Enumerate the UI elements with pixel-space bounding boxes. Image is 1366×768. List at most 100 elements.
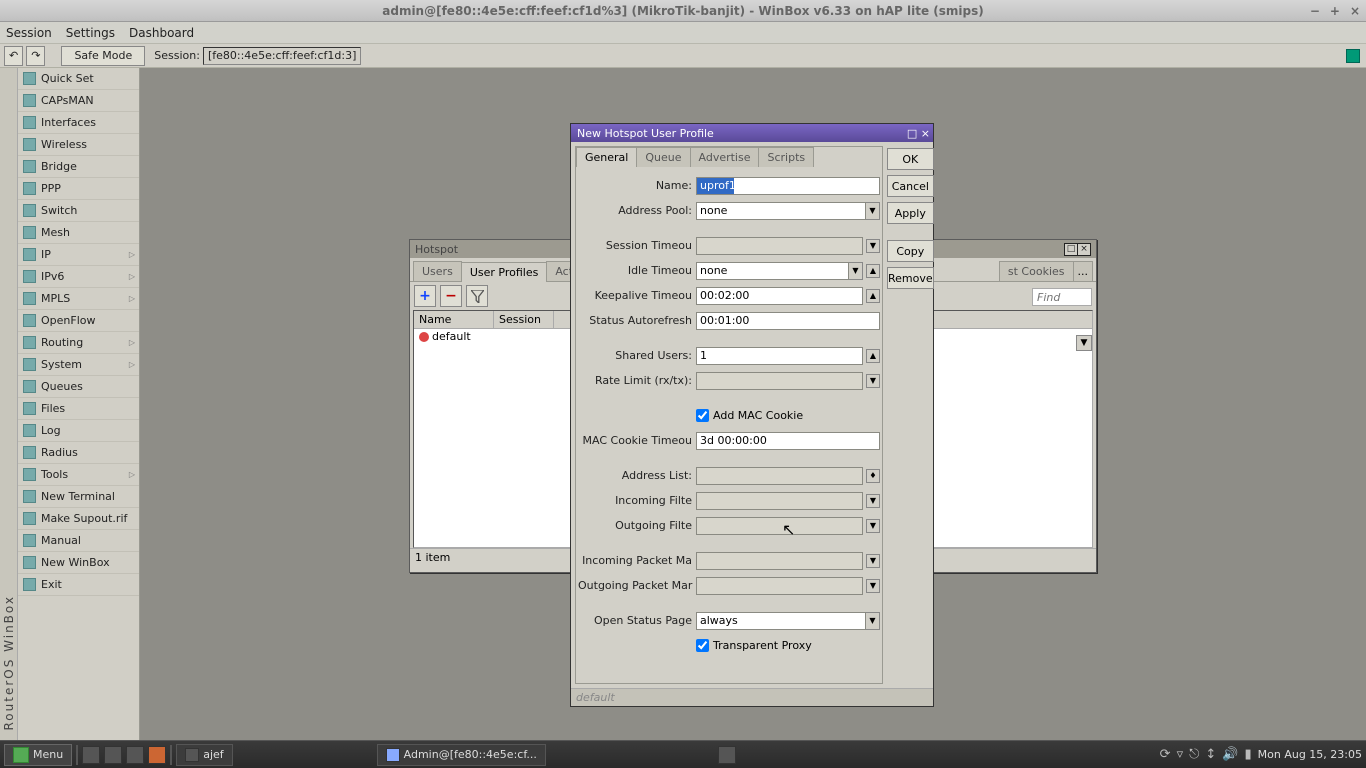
- sidebar-item-openflow[interactable]: OpenFlow: [18, 310, 139, 332]
- maximize-icon[interactable]: +: [1330, 4, 1340, 18]
- battery-icon[interactable]: ▮: [1244, 747, 1251, 762]
- window-restore-icon[interactable]: □: [1064, 243, 1078, 256]
- keepalive-input[interactable]: [696, 287, 863, 305]
- sidebar-item-ipv6[interactable]: IPv6▷: [18, 266, 139, 288]
- expand-icon[interactable]: ▼: [866, 239, 880, 253]
- outgoing-filter-input[interactable]: [696, 517, 863, 535]
- sidebar-item-interfaces[interactable]: Interfaces: [18, 112, 139, 134]
- sidebar-item-ppp[interactable]: PPP: [18, 178, 139, 200]
- remove-button[interactable]: −: [440, 285, 462, 307]
- column-name[interactable]: Name: [414, 311, 494, 328]
- expand-icon[interactable]: ▼: [866, 579, 880, 593]
- dialog-close-icon[interactable]: ×: [921, 127, 930, 140]
- sidebar-item-log[interactable]: Log: [18, 420, 139, 442]
- window-close-icon[interactable]: ×: [1077, 243, 1091, 256]
- show-desktop-icon[interactable]: [82, 746, 100, 764]
- collapse-icon[interactable]: ▲: [866, 349, 880, 363]
- new-profile-dialog[interactable]: New Hotspot User Profile □ × General Que…: [570, 123, 934, 707]
- close-icon[interactable]: ×: [1350, 4, 1360, 18]
- redo-button[interactable]: ↷: [26, 46, 45, 66]
- tab-queue[interactable]: Queue: [636, 147, 690, 167]
- sidebar-item-new-winbox[interactable]: New WinBox: [18, 552, 139, 574]
- address-pool-select[interactable]: [696, 202, 866, 220]
- menu-settings[interactable]: Settings: [66, 26, 115, 40]
- sidebar-item-quick-set[interactable]: Quick Set: [18, 68, 139, 90]
- tab-scripts[interactable]: Scripts: [758, 147, 814, 167]
- session-timeout-input[interactable]: [696, 237, 863, 255]
- cancel-button[interactable]: Cancel: [887, 175, 934, 197]
- network-icon[interactable]: ↕: [1205, 747, 1216, 762]
- expand-icon[interactable]: ▼: [866, 519, 880, 533]
- idle-timeout-input[interactable]: [696, 262, 849, 280]
- tab-user-profiles[interactable]: User Profiles: [461, 262, 548, 282]
- record-icon[interactable]: [718, 746, 736, 764]
- expand-icon[interactable]: ▼: [866, 374, 880, 388]
- sidebar-item-manual[interactable]: Manual: [18, 530, 139, 552]
- find-input[interactable]: [1032, 288, 1092, 306]
- sidebar-item-routing[interactable]: Routing▷: [18, 332, 139, 354]
- tab-users[interactable]: Users: [413, 261, 462, 281]
- sidebar-item-ip[interactable]: IP▷: [18, 244, 139, 266]
- firefox-icon[interactable]: [148, 746, 166, 764]
- address-list-input[interactable]: [696, 467, 863, 485]
- sidebar-item-capsman[interactable]: CAPsMAN: [18, 90, 139, 112]
- autorefresh-input[interactable]: [696, 312, 880, 330]
- sidebar-item-queues[interactable]: Queues: [18, 376, 139, 398]
- apply-button[interactable]: Apply: [887, 202, 934, 224]
- dialog-restore-icon[interactable]: □: [907, 127, 917, 140]
- sidebar-item-system[interactable]: System▷: [18, 354, 139, 376]
- tab-general[interactable]: General: [576, 147, 637, 167]
- scroll-down-icon[interactable]: ▼: [1076, 335, 1092, 351]
- volume-icon[interactable]: 🔊: [1222, 747, 1238, 762]
- ok-button[interactable]: OK: [887, 148, 934, 170]
- open-status-page-select[interactable]: [696, 612, 866, 630]
- wifi-icon[interactable]: ▿: [1177, 747, 1184, 762]
- clock[interactable]: Mon Aug 15, 23:05: [1258, 748, 1362, 761]
- terminal-icon[interactable]: [104, 746, 122, 764]
- collapse-icon[interactable]: ▲: [866, 264, 880, 278]
- safe-mode-button[interactable]: Safe Mode: [61, 46, 145, 66]
- mac-cookie-timeout-input[interactable]: [696, 432, 880, 450]
- sidebar-item-bridge[interactable]: Bridge: [18, 156, 139, 178]
- sidebar-item-radius[interactable]: Radius: [18, 442, 139, 464]
- shared-users-input[interactable]: [696, 347, 863, 365]
- add-mac-cookie-checkbox[interactable]: [696, 409, 709, 422]
- sidebar-item-make-supout.rif[interactable]: Make Supout.rif: [18, 508, 139, 530]
- sidebar-item-wireless[interactable]: Wireless: [18, 134, 139, 156]
- files-icon[interactable]: [126, 746, 144, 764]
- menu-session[interactable]: Session: [6, 26, 52, 40]
- taskbar-item-winbox[interactable]: Admin@[fe80::4e5e:cf...: [377, 744, 546, 766]
- menu-dashboard[interactable]: Dashboard: [129, 26, 194, 40]
- column-session[interactable]: Session: [494, 311, 554, 328]
- sidebar-item-exit[interactable]: Exit: [18, 574, 139, 596]
- incoming-packet-mark-input[interactable]: [696, 552, 863, 570]
- tab-advertise[interactable]: Advertise: [690, 147, 760, 167]
- start-menu-button[interactable]: Menu: [4, 744, 72, 766]
- incoming-filter-input[interactable]: [696, 492, 863, 510]
- chevron-down-icon[interactable]: ▼: [849, 262, 863, 280]
- sidebar-item-switch[interactable]: Switch: [18, 200, 139, 222]
- sidebar-item-mesh[interactable]: Mesh: [18, 222, 139, 244]
- tab-cookies[interactable]: st Cookies: [999, 261, 1074, 281]
- taskbar-item-ajef[interactable]: ajef: [176, 744, 232, 766]
- bluetooth-icon[interactable]: ⎋: [1189, 747, 1199, 762]
- name-input[interactable]: [696, 177, 880, 195]
- sidebar-item-tools[interactable]: Tools▷: [18, 464, 139, 486]
- expand-icon[interactable]: ▼: [866, 554, 880, 568]
- updates-icon[interactable]: ⟳: [1160, 747, 1171, 762]
- remove-button[interactable]: Remove: [887, 267, 934, 289]
- sidebar-item-mpls[interactable]: MPLS▷: [18, 288, 139, 310]
- undo-button[interactable]: ↶: [4, 46, 23, 66]
- tabs-overflow-button[interactable]: ...: [1073, 261, 1094, 281]
- outgoing-packet-mark-input[interactable]: [696, 577, 863, 595]
- chevron-down-icon[interactable]: ▼: [866, 612, 880, 630]
- copy-button[interactable]: Copy: [887, 240, 934, 262]
- add-button[interactable]: +: [414, 285, 436, 307]
- chevron-down-icon[interactable]: ▼: [866, 202, 880, 220]
- sidebar-item-files[interactable]: Files: [18, 398, 139, 420]
- filter-button[interactable]: [466, 285, 488, 307]
- expand-icon[interactable]: ▼: [866, 494, 880, 508]
- collapse-icon[interactable]: ▲: [866, 289, 880, 303]
- rate-limit-input[interactable]: [696, 372, 863, 390]
- sidebar-item-new-terminal[interactable]: New Terminal: [18, 486, 139, 508]
